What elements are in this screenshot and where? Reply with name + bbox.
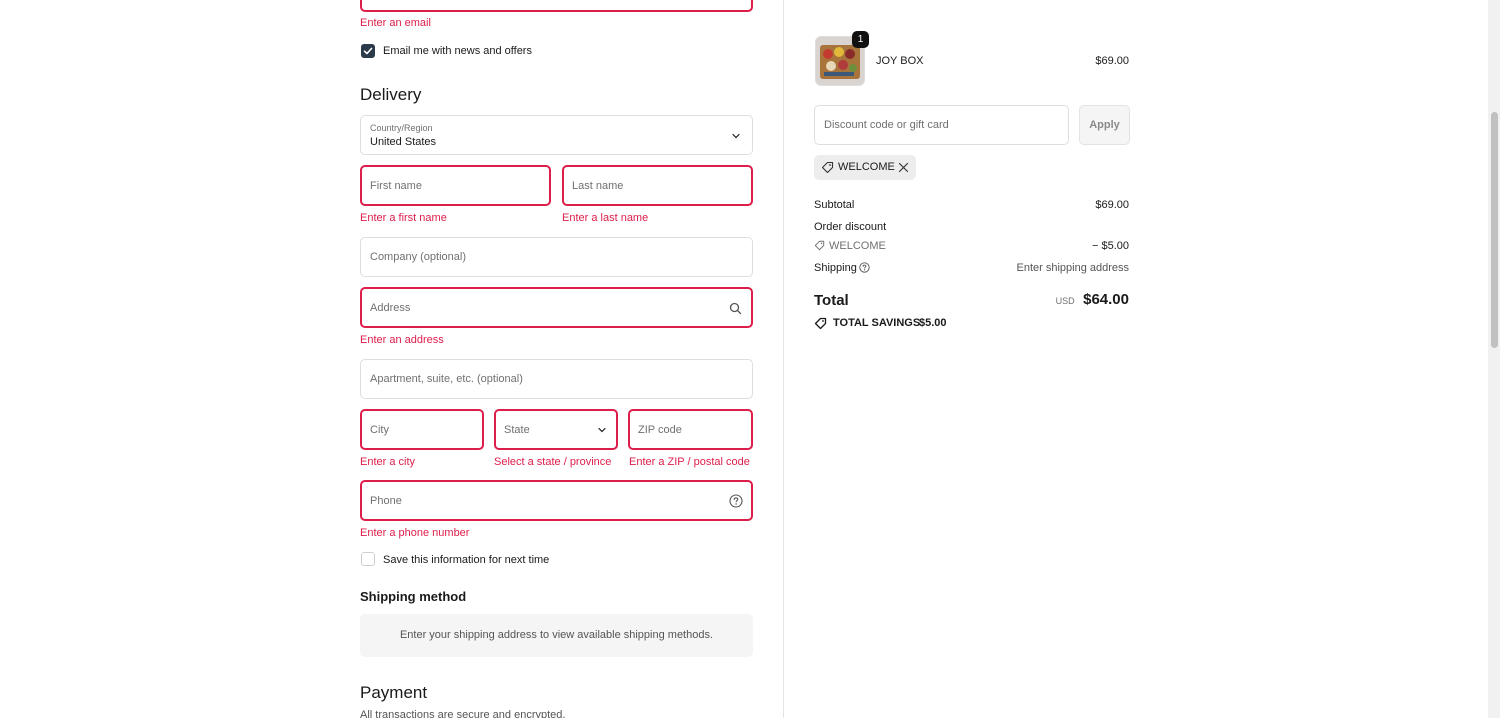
subtotal-value: $69.00 (1095, 199, 1129, 211)
chevron-down-icon (731, 131, 741, 141)
state-placeholder: State (504, 423, 530, 436)
last-name-field[interactable]: Last name (562, 165, 753, 206)
apply-button[interactable]: Apply (1079, 105, 1130, 145)
country-value: United States (370, 136, 437, 148)
close-icon[interactable] (898, 162, 909, 173)
newsletter-label: Email me with news and offers (383, 45, 532, 57)
first-name-error: Enter a first name (360, 212, 447, 224)
chevron-down-icon (597, 425, 607, 435)
order-discount-label: Order discount (814, 221, 887, 233)
phone-error: Enter a phone number (360, 527, 470, 539)
page-scrollbar[interactable] (1488, 0, 1500, 718)
zip-error: Enter a ZIP / postal code (629, 456, 750, 468)
email-error: Enter an email (360, 17, 431, 29)
currency-code: USD (1055, 296, 1075, 306)
help-circle-icon[interactable] (859, 262, 870, 273)
first-name-placeholder: First name (370, 179, 422, 192)
discount-code-input[interactable]: Discount code or gift card (814, 105, 1069, 145)
shipping-method-notice: Enter your shipping address to view avai… (360, 614, 753, 657)
zip-field[interactable]: ZIP code (628, 409, 753, 450)
scrollbar-thumb[interactable] (1491, 112, 1498, 348)
company-field[interactable]: Company (optional) (360, 237, 753, 277)
checkout-form-panel: Enter an email Email me with news and of… (0, 0, 783, 718)
discount-value: − $5.00 (1091, 240, 1129, 252)
country-select[interactable]: Country/Region United States (360, 115, 753, 155)
applied-discount-tag: WELCOME (814, 155, 916, 180)
apartment-placeholder: Apartment, suite, etc. (optional) (370, 373, 523, 385)
order-summary-panel: 1 JOY BOX $69.00 Discount code or gift c… (783, 0, 1488, 718)
newsletter-checkbox[interactable] (361, 44, 375, 58)
state-error: Select a state / province (494, 456, 612, 468)
apply-button-label: Apply (1089, 119, 1120, 131)
savings-tag-icon (814, 317, 827, 330)
shipping-label: Shipping (814, 262, 857, 274)
city-error: Enter a city (360, 456, 416, 468)
savings-value: $5.00 (919, 317, 947, 329)
product-price: $69.00 (1095, 55, 1129, 67)
shipping-value: Enter shipping address (1016, 262, 1129, 274)
tag-icon (821, 161, 834, 174)
phone-placeholder: Phone (370, 494, 402, 507)
total-label: Total (814, 292, 849, 309)
city-field[interactable]: City (360, 409, 484, 450)
zip-placeholder: ZIP code (638, 423, 682, 436)
checkmark-icon (363, 47, 373, 55)
subtotal-label: Subtotal (814, 199, 855, 211)
tag-icon (814, 240, 825, 251)
address-field[interactable]: Address (360, 287, 753, 328)
email-field[interactable] (360, 0, 753, 12)
shipping-method-heading: Shipping method (360, 589, 467, 604)
delivery-heading: Delivery (360, 85, 422, 104)
applied-code-label: WELCOME (838, 161, 895, 173)
payment-subtext: All transactions are secure and encrypte… (360, 709, 566, 718)
last-name-placeholder: Last name (572, 179, 624, 192)
last-name-error: Enter a last name (562, 212, 649, 224)
discount-placeholder: Discount code or gift card (824, 119, 949, 131)
total-value: $64.00 (1083, 291, 1129, 308)
shipping-method-message: Enter your shipping address to view avai… (399, 629, 714, 641)
save-info-checkbox[interactable] (361, 552, 375, 566)
address-placeholder: Address (370, 301, 411, 314)
payment-heading: Payment (360, 683, 428, 702)
phone-field[interactable]: Phone (360, 480, 753, 521)
search-icon[interactable] (729, 302, 742, 315)
first-name-field[interactable]: First name (360, 165, 551, 206)
company-placeholder: Company (optional) (370, 251, 466, 263)
country-label: Country/Region (370, 123, 433, 133)
city-placeholder: City (370, 423, 389, 436)
state-select[interactable]: State (494, 409, 618, 450)
help-circle-icon[interactable] (729, 494, 743, 508)
savings-label: TOTAL SAVINGS (833, 317, 921, 329)
discount-code-name: WELCOME (829, 240, 886, 252)
total-amount: USD $64.00 (1056, 291, 1129, 309)
save-info-label: Save this information for next time (383, 554, 550, 566)
apartment-field[interactable]: Apartment, suite, etc. (optional) (360, 359, 753, 399)
quantity-badge: 1 (852, 31, 869, 48)
product-name: JOY BOX (876, 55, 924, 67)
address-error: Enter an address (360, 334, 444, 346)
